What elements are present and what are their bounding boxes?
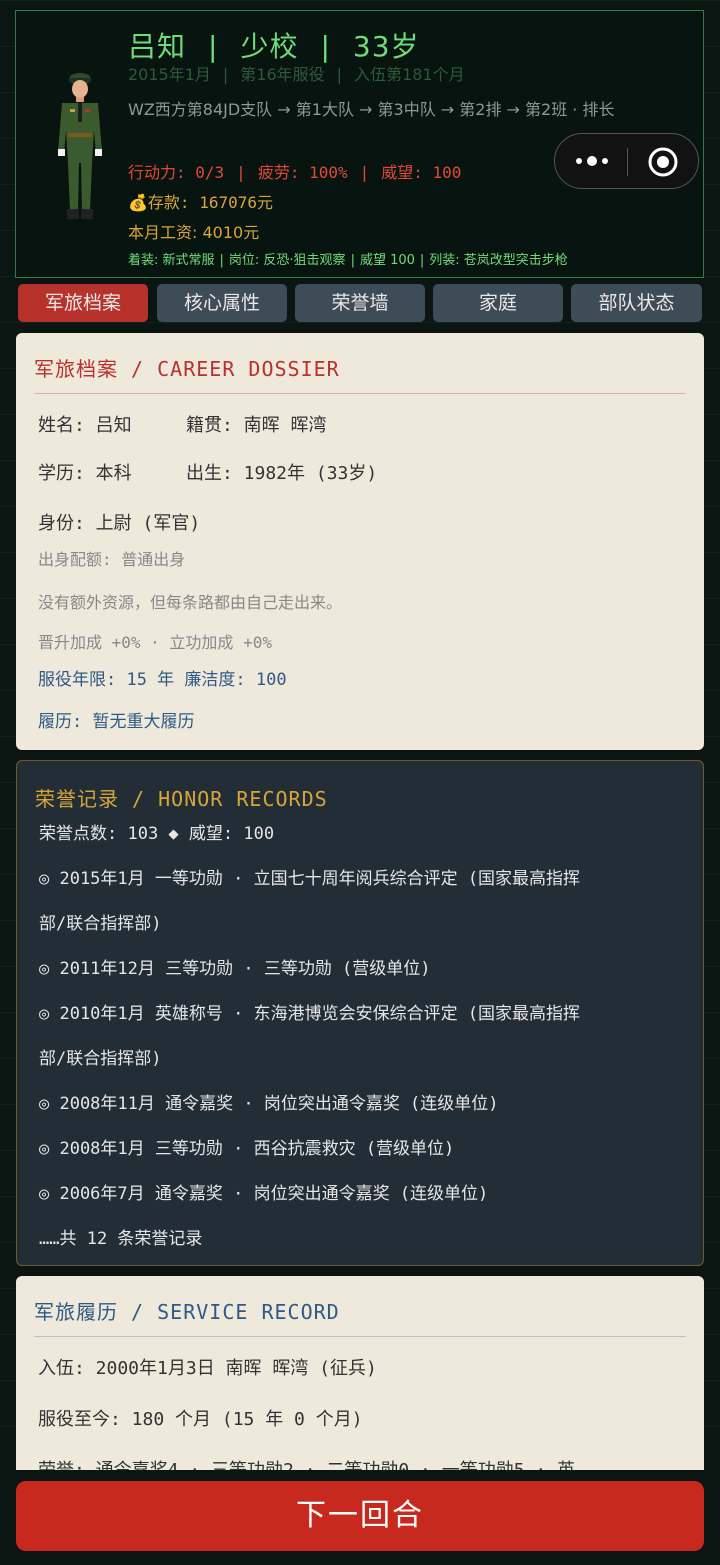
soldier-avatar <box>58 73 102 219</box>
service-divider <box>34 1336 686 1337</box>
honor-record-wrap: 部/联合指挥部) <box>39 1049 162 1069</box>
tab-attributes[interactable]: 核心属性 <box>157 284 287 322</box>
service-month: 入伍第181个月 <box>354 65 465 84</box>
monthly-salary: 本月工资: 4010元 <box>128 223 260 242</box>
service-duration: 服役至今: 180 个月 (15 年 0 个月) <box>38 1409 363 1430</box>
honor-record: ◎ 2008年11月 通令嘉奖 · 岗位突出通令嘉奖 (连级单位) <box>39 1094 499 1114</box>
unit-path: WZ西方第84JD支队 → 第1大队 → 第3中队 → 第2排 → 第2班 · … <box>128 100 615 119</box>
honor-summary: 荣誉点数: 103 ◆ 威望: 100 <box>39 824 275 844</box>
dossier-history: 履历: 暂无重大履历 <box>38 712 195 732</box>
dossier-service-years: 服役年限: 15 年 廉洁度: 100 <box>38 670 287 690</box>
equipment-line: 着装: 新式常服 | 岗位: 反恐·狙击观察 | 威望 100 | 列装: 苍岚改型突击步枪 <box>128 253 568 268</box>
honor-title: 荣誉记录 / HONOR RECORDS <box>35 787 328 811</box>
prestige: 威望: 100 <box>381 163 462 182</box>
profile-title: 吕知 | 少校 | 33岁 <box>128 30 420 63</box>
profile-header: 吕知 | 少校 | 33岁 2015年1月 | 第16年服役 | 入伍第181个月 WZ西方第8… <box>15 10 704 278</box>
honor-record: ◎ 2010年1月 英雄称号 · 东海港博览会安保综合评定 (国家最高指挥 <box>39 1004 581 1024</box>
status-stats: 行动力: 0/3 | 疲劳: 100% | 威望: 100 <box>128 163 462 182</box>
honor-card: 荣誉记录 / HONOR RECORDS 荣誉点数: 103 ◆ 威望: 100… <box>16 760 704 1266</box>
dossier-origin: 籍贯: 南晖 晖湾 <box>186 415 327 436</box>
dossier-birth: 出生: 1982年 (33岁) <box>186 463 378 484</box>
tab-dossier[interactable]: 军旅档案 <box>18 284 148 322</box>
dossier-background: 出身配额: 普通出身 <box>38 550 186 569</box>
honor-record: ◎ 2011年12月 三等功勋 · 三等功勋 (营级单位) <box>39 959 431 979</box>
service-enlist: 入伍: 2000年1月3日 南晖 晖湾 (征兵) <box>38 1358 377 1379</box>
capsule-divider <box>627 148 628 176</box>
dossier-education: 学历: 本科 <box>38 463 132 484</box>
equip-weapon: 列装: 苍岚改型突击步枪 <box>429 253 568 268</box>
dossier-name: 姓名: 吕知 <box>38 415 132 436</box>
action-points: 行动力: 0/3 <box>128 163 225 182</box>
next-turn-button[interactable]: 下一回合 <box>16 1481 704 1551</box>
service-year: 第16年服役 <box>240 65 325 84</box>
savings: 💰存款: 167076元 <box>128 193 273 212</box>
honor-record-wrap: 部/联合指挥部) <box>39 914 162 934</box>
honor-record: ◎ 2015年1月 一等功勋 · 立国七十周年阅兵综合评定 (国家最高指挥 <box>39 869 581 889</box>
dossier-bonus: 晋升加成 +0% · 立功加成 +0% <box>38 633 272 652</box>
dossier-title: 军旅档案 / CAREER DOSSIER <box>34 357 340 381</box>
close-target-icon[interactable] <box>647 146 679 178</box>
honor-record: ◎ 2006年7月 通令嘉奖 · 岗位突出通令嘉奖 (连级单位) <box>39 1184 489 1204</box>
tab-honor-wall[interactable]: 荣誉墙 <box>295 284 425 322</box>
tab-bar: 军旅档案 核心属性 荣誉墙 家庭 部队状态 <box>18 284 702 324</box>
current-date: 2015年1月 <box>128 65 211 84</box>
tab-family[interactable]: 家庭 <box>433 284 563 322</box>
profile-age: 33岁 <box>352 30 420 63</box>
equip-prestige: 威望 100 <box>359 253 415 268</box>
dossier-divider <box>34 393 686 394</box>
dossier-identity: 身份: 上尉 (军官) <box>38 513 201 534</box>
tab-unit-status[interactable]: 部队状态 <box>571 284 702 322</box>
miniapp-capsule <box>554 133 699 189</box>
fatigue: 疲劳: 100% <box>257 163 348 182</box>
honor-more: ……共 12 条荣誉记录 <box>39 1229 203 1249</box>
dossier-card: 军旅档案 / CAREER DOSSIER 姓名: 吕知 籍贯: 南晖 晖湾 学… <box>16 333 704 750</box>
service-title: 军旅履历 / SERVICE RECORD <box>34 1300 340 1324</box>
profile-name: 吕知 <box>128 30 187 63</box>
dossier-background-desc: 没有额外资源，但每条路都由自己走出来。 <box>38 593 343 612</box>
equip-uniform: 着装: 新式常服 <box>128 253 215 268</box>
honor-record: ◎ 2008年1月 三等功勋 · 西谷抗震救灾 (营级单位) <box>39 1139 455 1159</box>
profile-subtitle: 2015年1月 | 第16年服役 | 入伍第181个月 <box>128 65 465 84</box>
profile-rank: 少校 <box>240 30 299 63</box>
more-icon[interactable] <box>573 150 611 172</box>
equip-post: 岗位: 反恐·狙击观察 <box>228 253 346 268</box>
